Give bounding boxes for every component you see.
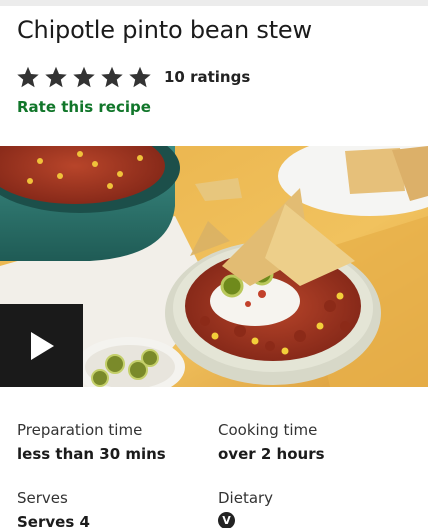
preparation-time: Preparation time less than 30 mins [17,421,166,463]
cooking-time: Cooking time over 2 hours [218,421,325,463]
rate-recipe-link[interactable]: Rate this recipe [17,98,151,116]
cooking-time-label: Cooking time [218,421,318,439]
serves-value: Serves 4 [17,513,90,528]
rating-count[interactable]: 10 ratings [164,68,250,86]
serves: Serves Serves 4 [17,489,90,528]
top-strip [0,0,428,6]
star-icon[interactable] [16,65,40,89]
star-rating[interactable] [16,65,152,89]
serves-label: Serves [17,489,68,507]
dietary: Dietary V [218,489,273,528]
star-icon[interactable] [44,65,68,89]
star-icon[interactable] [100,65,124,89]
star-icon[interactable] [72,65,96,89]
cooking-time-value: over 2 hours [218,445,325,463]
play-icon[interactable] [28,330,56,362]
rating-row[interactable]: 10 ratings [16,65,250,89]
preparation-time-label: Preparation time [17,421,143,439]
dietary-label: Dietary [218,489,274,507]
preparation-time-value: less than 30 mins [17,445,166,463]
vegetarian-icon[interactable]: V [218,512,235,528]
star-icon[interactable] [128,65,152,89]
play-video-button[interactable] [0,304,83,387]
recipe-title: Chipotle pinto bean stew [17,16,312,44]
